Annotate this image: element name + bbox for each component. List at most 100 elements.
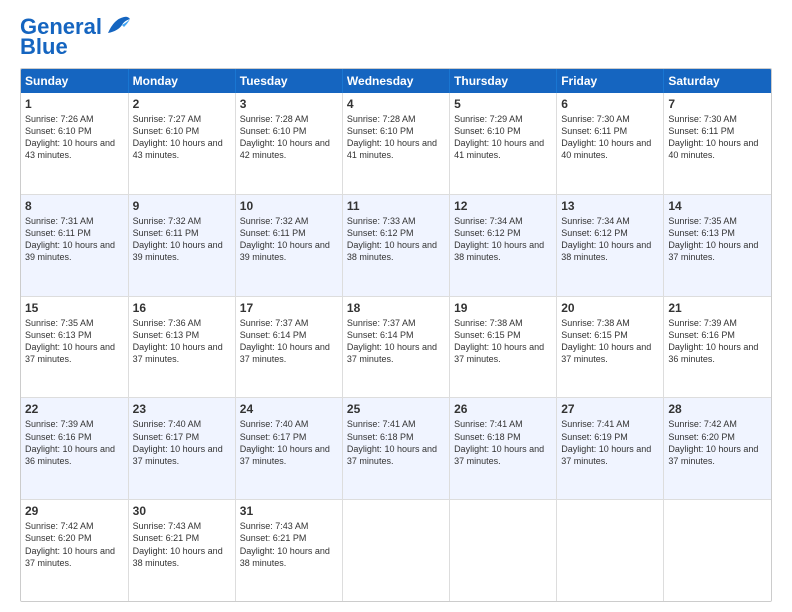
cell-content: Sunrise: 7:40 AMSunset: 6:17 PMDaylight:… <box>133 419 223 465</box>
header-row: SundayMondayTuesdayWednesdayThursdayFrid… <box>21 69 771 93</box>
cell-content: Sunrise: 7:42 AMSunset: 6:20 PMDaylight:… <box>668 419 758 465</box>
cell-content: Sunrise: 7:39 AMSunset: 6:16 PMDaylight:… <box>25 419 115 465</box>
day-number: 12 <box>454 199 552 213</box>
day-number: 10 <box>240 199 338 213</box>
cell-content: Sunrise: 7:32 AMSunset: 6:11 PMDaylight:… <box>133 216 223 262</box>
calendar-header: SundayMondayTuesdayWednesdayThursdayFrid… <box>21 69 771 93</box>
cell-content: Sunrise: 7:35 AMSunset: 6:13 PMDaylight:… <box>25 318 115 364</box>
day-number: 30 <box>133 504 231 518</box>
cell-content: Sunrise: 7:43 AMSunset: 6:21 PMDaylight:… <box>133 521 223 567</box>
day-number: 21 <box>668 301 767 315</box>
day-number: 18 <box>347 301 445 315</box>
day-number: 2 <box>133 97 231 111</box>
col-header-sunday: Sunday <box>21 69 128 93</box>
day-number: 29 <box>25 504 124 518</box>
cell-content: Sunrise: 7:30 AMSunset: 6:11 PMDaylight:… <box>561 114 651 160</box>
cell-content: Sunrise: 7:31 AMSunset: 6:11 PMDaylight:… <box>25 216 115 262</box>
calendar-cell: 7Sunrise: 7:30 AMSunset: 6:11 PMDaylight… <box>664 93 771 194</box>
cell-content: Sunrise: 7:32 AMSunset: 6:11 PMDaylight:… <box>240 216 330 262</box>
day-number: 1 <box>25 97 124 111</box>
cell-content: Sunrise: 7:42 AMSunset: 6:20 PMDaylight:… <box>25 521 115 567</box>
calendar-cell: 14 Sunrise: 7:35 AMSunset: 6:13 PMDayligh… <box>664 194 771 296</box>
day-number: 11 <box>347 199 445 213</box>
day-number: 17 <box>240 301 338 315</box>
day-number: 14 <box>668 199 767 213</box>
calendar-cell: 16 Sunrise: 7:36 AMSunset: 6:13 PMDayligh… <box>128 296 235 398</box>
cell-content: Sunrise: 7:30 AMSunset: 6:11 PMDaylight:… <box>668 114 758 160</box>
calendar-cell: 23 Sunrise: 7:40 AMSunset: 6:17 PMDayligh… <box>128 398 235 500</box>
calendar-cell: 4Sunrise: 7:28 AMSunset: 6:10 PMDaylight… <box>342 93 449 194</box>
calendar-cell: 5 Sunrise: 7:29 AMSunset: 6:10 PMDaylight… <box>450 93 557 194</box>
calendar-cell: 29 Sunrise: 7:42 AMSunset: 6:20 PMDayligh… <box>21 500 128 601</box>
day-number: 28 <box>668 402 767 416</box>
cell-content: Sunrise: 7:27 AMSunset: 6:10 PMDaylight:… <box>133 114 223 160</box>
cell-content: Sunrise: 7:26 AMSunset: 6:10 PMDaylight:… <box>25 114 115 160</box>
calendar-cell: 9 Sunrise: 7:32 AMSunset: 6:11 PMDaylight… <box>128 194 235 296</box>
calendar-week-3: 15Sunrise: 7:35 AMSunset: 6:13 PMDayligh… <box>21 296 771 398</box>
cell-content: Sunrise: 7:33 AMSunset: 6:12 PMDaylight:… <box>347 216 437 262</box>
cell-content: Sunrise: 7:29 AMSunset: 6:10 PMDaylight:… <box>454 114 544 160</box>
day-number: 20 <box>561 301 659 315</box>
calendar-cell: 13 Sunrise: 7:34 AMSunset: 6:12 PMDayligh… <box>557 194 664 296</box>
cell-content: Sunrise: 7:36 AMSunset: 6:13 PMDaylight:… <box>133 318 223 364</box>
calendar-cell <box>450 500 557 601</box>
day-number: 8 <box>25 199 124 213</box>
calendar-cell: 20Sunrise: 7:38 AMSunset: 6:15 PMDayligh… <box>557 296 664 398</box>
cell-content: Sunrise: 7:34 AMSunset: 6:12 PMDaylight:… <box>561 216 651 262</box>
col-header-saturday: Saturday <box>664 69 771 93</box>
col-header-thursday: Thursday <box>450 69 557 93</box>
calendar-week-2: 8 Sunrise: 7:31 AMSunset: 6:11 PMDaylight… <box>21 194 771 296</box>
calendar-cell: 19 Sunrise: 7:38 AMSunset: 6:15 PMDayligh… <box>450 296 557 398</box>
day-number: 27 <box>561 402 659 416</box>
day-number: 23 <box>133 402 231 416</box>
calendar-week-4: 22 Sunrise: 7:39 AMSunset: 6:16 PMDayligh… <box>21 398 771 500</box>
day-number: 19 <box>454 301 552 315</box>
calendar-cell: 8 Sunrise: 7:31 AMSunset: 6:11 PMDaylight… <box>21 194 128 296</box>
cell-content: Sunrise: 7:28 AMSunset: 6:10 PMDaylight:… <box>347 114 437 160</box>
cell-content: Sunrise: 7:37 AMSunset: 6:14 PMDaylight:… <box>347 318 437 364</box>
day-number: 9 <box>133 199 231 213</box>
calendar-cell: 25 Sunrise: 7:41 AMSunset: 6:18 PMDayligh… <box>342 398 449 500</box>
col-header-friday: Friday <box>557 69 664 93</box>
calendar-cell: 17 Sunrise: 7:37 AMSunset: 6:14 PMDayligh… <box>235 296 342 398</box>
calendar-cell: 18 Sunrise: 7:37 AMSunset: 6:14 PMDayligh… <box>342 296 449 398</box>
calendar-cell: 12Sunrise: 7:34 AMSunset: 6:12 PMDayligh… <box>450 194 557 296</box>
cell-content: Sunrise: 7:40 AMSunset: 6:17 PMDaylight:… <box>240 419 330 465</box>
col-header-tuesday: Tuesday <box>235 69 342 93</box>
calendar-cell: 21 Sunrise: 7:39 AMSunset: 6:16 PMDayligh… <box>664 296 771 398</box>
cell-content: Sunrise: 7:41 AMSunset: 6:18 PMDaylight:… <box>347 419 437 465</box>
col-header-monday: Monday <box>128 69 235 93</box>
cell-content: Sunrise: 7:39 AMSunset: 6:16 PMDaylight:… <box>668 318 758 364</box>
cell-content: Sunrise: 7:37 AMSunset: 6:14 PMDaylight:… <box>240 318 330 364</box>
day-number: 26 <box>454 402 552 416</box>
day-number: 6 <box>561 97 659 111</box>
day-number: 13 <box>561 199 659 213</box>
day-number: 3 <box>240 97 338 111</box>
calendar-cell: 24 Sunrise: 7:40 AMSunset: 6:17 PMDayligh… <box>235 398 342 500</box>
calendar-cell <box>664 500 771 601</box>
cell-content: Sunrise: 7:43 AMSunset: 6:21 PMDaylight:… <box>240 521 330 567</box>
day-number: 22 <box>25 402 124 416</box>
calendar-cell: 10 Sunrise: 7:32 AMSunset: 6:11 PMDayligh… <box>235 194 342 296</box>
calendar-week-1: 1 Sunrise: 7:26 AMSunset: 6:10 PMDaylight… <box>21 93 771 194</box>
day-number: 16 <box>133 301 231 315</box>
calendar-cell: 27 Sunrise: 7:41 AMSunset: 6:19 PMDayligh… <box>557 398 664 500</box>
calendar-cell: 22 Sunrise: 7:39 AMSunset: 6:16 PMDayligh… <box>21 398 128 500</box>
cell-content: Sunrise: 7:28 AMSunset: 6:10 PMDaylight:… <box>240 114 330 160</box>
day-number: 5 <box>454 97 552 111</box>
day-number: 31 <box>240 504 338 518</box>
calendar-cell: 30 Sunrise: 7:43 AMSunset: 6:21 PMDayligh… <box>128 500 235 601</box>
cell-content: Sunrise: 7:38 AMSunset: 6:15 PMDaylight:… <box>454 318 544 364</box>
calendar-cell: 11 Sunrise: 7:33 AMSunset: 6:12 PMDayligh… <box>342 194 449 296</box>
calendar-cell: 3 Sunrise: 7:28 AMSunset: 6:10 PMDaylight… <box>235 93 342 194</box>
calendar-cell: 1 Sunrise: 7:26 AMSunset: 6:10 PMDaylight… <box>21 93 128 194</box>
day-number: 25 <box>347 402 445 416</box>
calendar-cell: 15Sunrise: 7:35 AMSunset: 6:13 PMDayligh… <box>21 296 128 398</box>
calendar-cell <box>557 500 664 601</box>
cell-content: Sunrise: 7:35 AMSunset: 6:13 PMDaylight:… <box>668 216 758 262</box>
cell-content: Sunrise: 7:41 AMSunset: 6:19 PMDaylight:… <box>561 419 651 465</box>
cell-content: Sunrise: 7:41 AMSunset: 6:18 PMDaylight:… <box>454 419 544 465</box>
day-number: 24 <box>240 402 338 416</box>
logo-blue: Blue <box>20 34 68 60</box>
calendar-body: 1 Sunrise: 7:26 AMSunset: 6:10 PMDaylight… <box>21 93 771 601</box>
